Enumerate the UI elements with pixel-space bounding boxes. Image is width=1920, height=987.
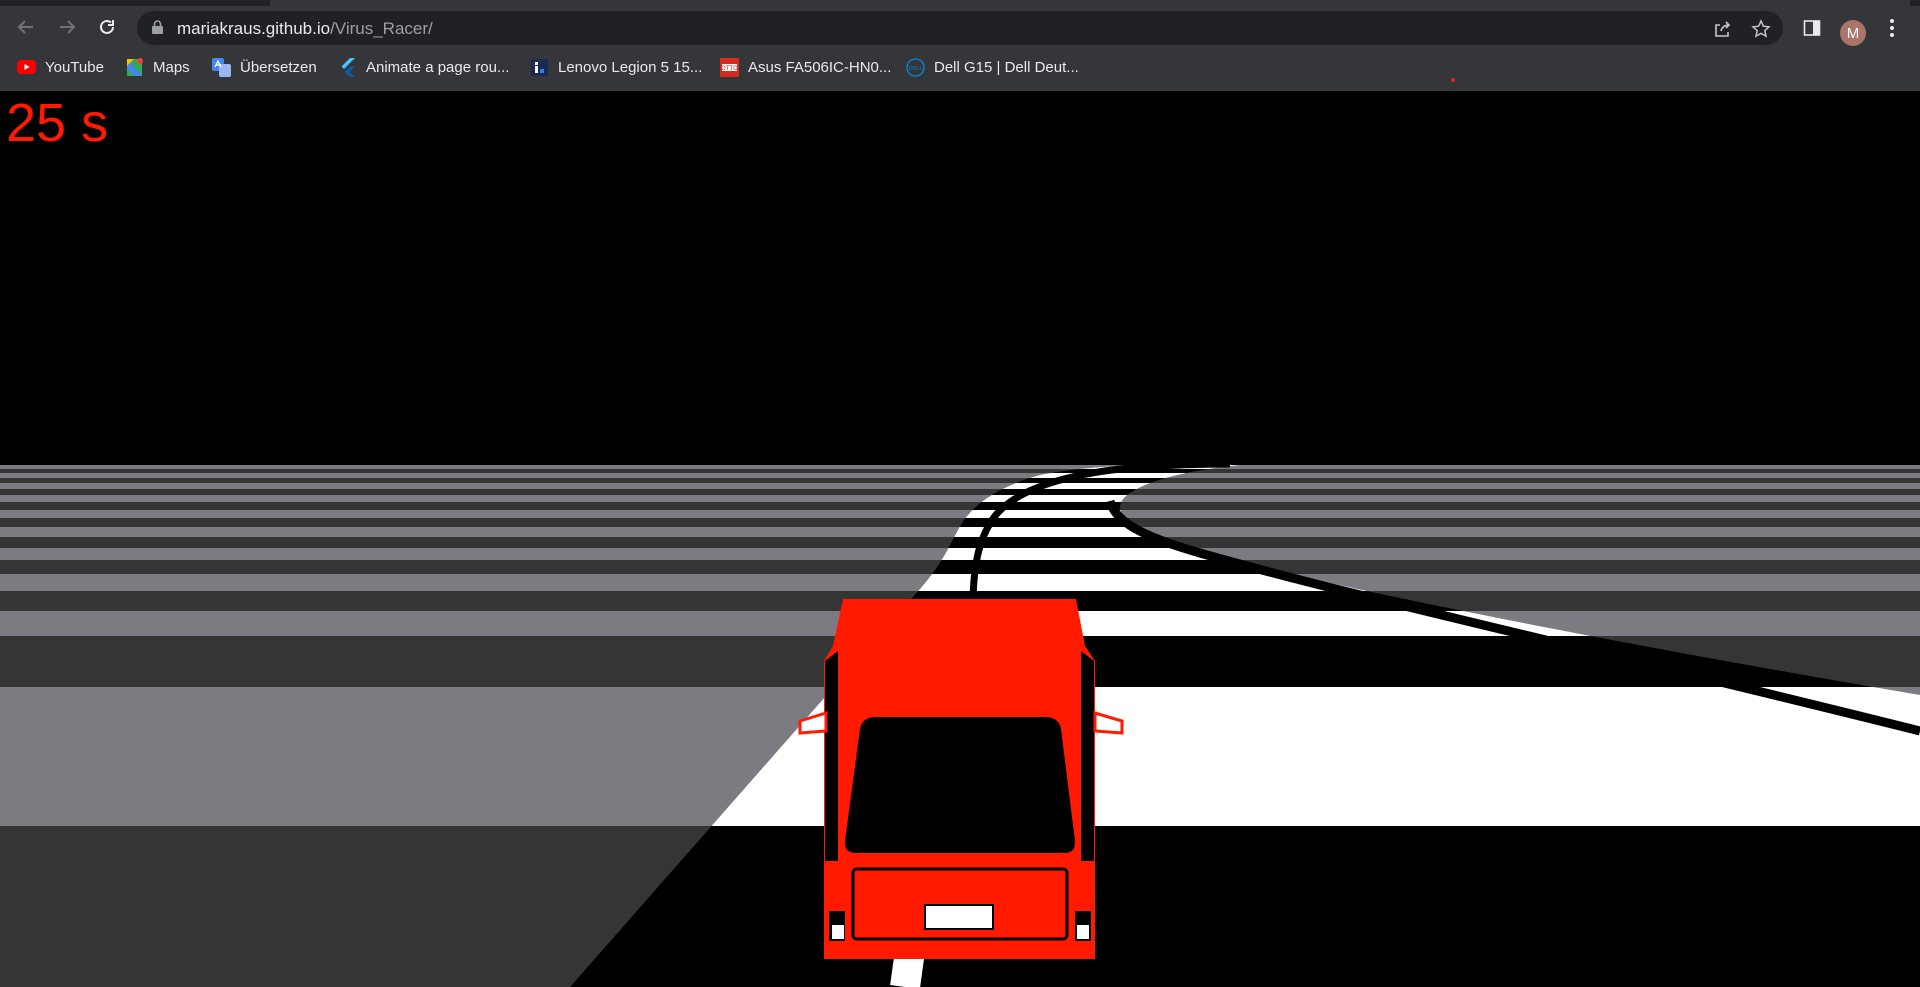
bookmark-label: Übersetzen	[240, 58, 317, 76]
bookmark-lenovo[interactable]: Lenovo Legion 5 15...	[530, 56, 702, 78]
reload-button[interactable]	[91, 11, 123, 43]
translate-icon	[212, 57, 231, 77]
bookmark-translate[interactable]: Übersetzen	[212, 56, 317, 78]
share-button[interactable]	[1712, 19, 1732, 39]
bookmark-label: Maps	[153, 58, 190, 76]
maps-icon	[125, 57, 144, 77]
car-left-side-window	[825, 651, 838, 861]
bookmark-dell[interactable]: DELL Dell G15 | Dell Deut...	[906, 56, 1079, 78]
license-plate	[924, 904, 994, 930]
svg-text:OTTO: OTTO	[721, 65, 738, 72]
otto-icon: OTTO	[720, 57, 739, 77]
car-right-side-window	[1081, 651, 1094, 861]
browser-chrome: mariakraus.github.io/Virus_Racer/ M YouT…	[0, 0, 1920, 91]
car-rear-window	[844, 717, 1076, 853]
dell-icon: DELL	[906, 57, 925, 77]
back-button[interactable]	[10, 11, 42, 43]
lock-icon[interactable]	[151, 20, 164, 35]
bookmark-flutter[interactable]: Animate a page rou...	[338, 56, 509, 78]
bookmark-label: YouTube	[45, 58, 104, 76]
flutter-icon	[338, 57, 357, 77]
rear-light-left-lens	[832, 925, 844, 939]
sky	[0, 91, 1920, 465]
bookmark-label: Asus FA506IC-HN0...	[748, 58, 892, 76]
arrow-left-icon	[17, 20, 33, 34]
url-text[interactable]: mariakraus.github.io/Virus_Racer/	[177, 19, 433, 39]
toolbar: mariakraus.github.io/Virus_Racer/ M	[0, 6, 1920, 48]
side-panel-icon	[1803, 20, 1821, 36]
forward-button[interactable]	[51, 11, 83, 43]
side-panel-button[interactable]	[1800, 16, 1824, 40]
bookmark-youtube[interactable]: YouTube	[17, 56, 104, 78]
bookmark-label: Lenovo Legion 5 15...	[558, 58, 703, 76]
menu-button[interactable]	[1880, 16, 1904, 40]
bookmarks-bar: YouTube Maps Übersetzen Animate a page r…	[0, 50, 1920, 85]
arrow-right-icon	[60, 20, 76, 34]
url-host: mariakraus.github.io	[177, 19, 331, 38]
bookmark-maps[interactable]: Maps	[125, 56, 190, 78]
game-canvas[interactable]: 25 s	[0, 91, 1920, 987]
game-scene	[0, 91, 1920, 987]
more-vert-icon	[1890, 19, 1894, 37]
bookmark-star-button[interactable]	[1751, 19, 1771, 39]
share-icon	[1715, 21, 1731, 37]
star-icon	[1751, 19, 1771, 38]
rear-light-right-lens	[1077, 925, 1089, 939]
recording-indicator	[1451, 78, 1455, 82]
profile-avatar[interactable]: M	[1840, 20, 1866, 46]
bookmark-label: Animate a page rou...	[366, 58, 510, 76]
url-path: /Virus_Racer/	[330, 19, 433, 38]
svg-text:DELL: DELL	[909, 66, 924, 72]
info-icon	[530, 58, 549, 77]
bookmark-label: Dell G15 | Dell Deut...	[934, 58, 1079, 76]
player-car[interactable]	[798, 599, 1124, 959]
address-bar[interactable]: mariakraus.github.io/Virus_Racer/	[137, 11, 1783, 45]
timer-display: 25 s	[6, 93, 109, 153]
reload-icon	[100, 19, 114, 34]
bookmark-asus[interactable]: OTTO Asus FA506IC-HN0...	[720, 56, 891, 78]
youtube-icon	[17, 58, 36, 77]
